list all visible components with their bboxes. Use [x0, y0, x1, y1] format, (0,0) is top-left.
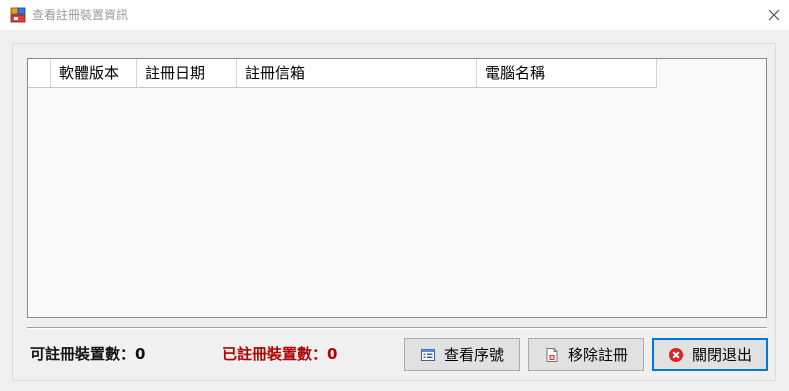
remove-document-icon	[546, 347, 558, 362]
available-devices-count: 可註冊裝置數：0	[30, 345, 146, 363]
column-header-computer-name[interactable]: 電腦名稱	[477, 59, 657, 87]
registered-devices-window: 查看註冊裝置資訊 軟體版本 註冊日期 註冊信箱 電腦名稱 可註冊裝置數：0 已註…	[0, 0, 789, 391]
device-grid[interactable]: 軟體版本 註冊日期 註冊信箱 電腦名稱	[27, 58, 767, 318]
registered-devices-count: 已註冊裝置數：0	[222, 345, 338, 363]
view-serial-label: 查看序號	[443, 346, 504, 364]
column-header-registration-email[interactable]: 註冊信箱	[237, 59, 477, 87]
grid-header: 軟體版本 註冊日期 註冊信箱 電腦名稱	[28, 59, 657, 88]
close-circle-icon	[668, 347, 683, 362]
column-header-registration-date[interactable]: 註冊日期	[137, 59, 237, 87]
row-header-corner[interactable]	[28, 59, 51, 87]
window-close-button[interactable]	[759, 0, 789, 30]
serial-list-icon	[420, 348, 435, 361]
view-serial-button[interactable]: 查看序號	[404, 338, 520, 371]
close-exit-button[interactable]: 關閉退出	[652, 338, 768, 371]
close-icon	[768, 9, 780, 21]
close-exit-label: 關閉退出	[691, 346, 752, 364]
remove-registration-label: 移除註冊	[567, 346, 628, 364]
column-header-software-version[interactable]: 軟體版本	[51, 59, 137, 87]
app-window-icon	[10, 7, 26, 23]
separator-line	[27, 327, 767, 329]
title-bar: 查看註冊裝置資訊	[0, 0, 789, 30]
remove-registration-button[interactable]: 移除註冊	[528, 338, 644, 371]
window-title: 查看註冊裝置資訊	[32, 8, 129, 22]
